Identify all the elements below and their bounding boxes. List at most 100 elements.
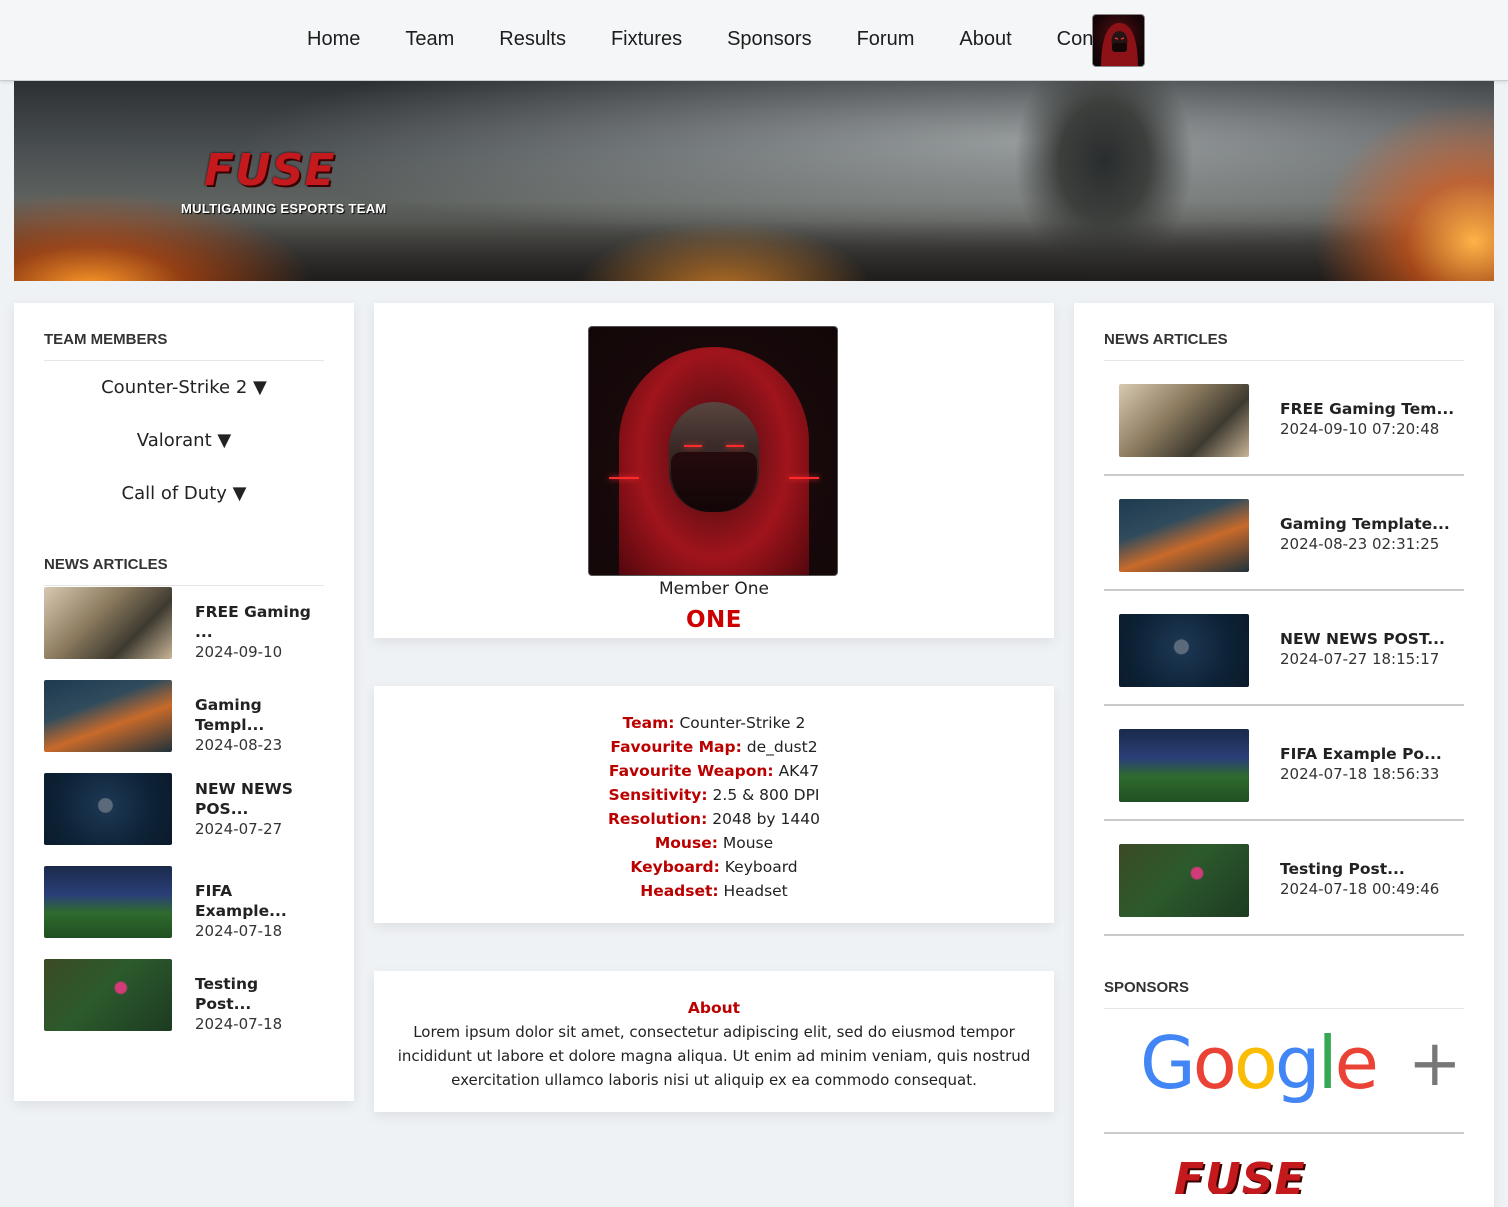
stat-row-map: Favourite Map: de_dust2 <box>374 735 1054 759</box>
stat-row-mouse: Mouse: Mouse <box>374 831 1054 855</box>
list-item[interactable]: Gaming Template... 2024-08-23 02:31:25 <box>1104 476 1464 591</box>
news-title[interactable]: Testing Post... <box>195 974 319 1014</box>
stat-row-resolution: Resolution: 2048 by 1440 <box>374 807 1054 831</box>
member-about-card: About Lorem ipsum dolor sit amet, consec… <box>374 971 1054 1112</box>
list-item[interactable]: FREE Gaming ... 2024-09-10 <box>44 587 324 680</box>
stat-value: Counter-Strike 2 <box>679 714 806 732</box>
stat-value: AK47 <box>778 762 820 780</box>
user-avatar[interactable] <box>1092 14 1145 67</box>
stat-label: Keyboard: <box>630 858 720 876</box>
stat-label: Headset: <box>640 882 719 900</box>
news-title[interactable]: NEW NEWS POS... <box>195 779 295 819</box>
member-name: Member One <box>659 579 769 599</box>
stat-label: Favourite Weapon: <box>608 762 774 780</box>
list-item[interactable]: Gaming Templ... 2024-08-23 <box>44 680 324 773</box>
news-thumbnail[interactable] <box>1119 499 1249 572</box>
news-title[interactable]: FIFA Example... <box>195 881 319 921</box>
nav-link-about[interactable]: About <box>944 28 1011 51</box>
stat-label: Team: <box>622 714 675 732</box>
nav-link-forum[interactable]: Forum <box>842 28 915 51</box>
sponsors-title: SPONSORS <box>1104 979 1464 1009</box>
member-stats-card: Team: Counter-Strike 2 Favourite Map: de… <box>374 686 1054 923</box>
hero-banner: FUSE MULTIGAMING ESPORTS TEAM <box>14 81 1494 281</box>
left-sidebar: TEAM MEMBERS Counter-Strike 2 ▼ Valorant… <box>14 303 354 1101</box>
stat-row-headset: Headset: Headset <box>374 879 1054 903</box>
stat-value: 2.5 & 800 DPI <box>712 786 820 804</box>
member-tag: ONE <box>685 607 742 633</box>
nav-link-team[interactable]: Team <box>390 28 454 51</box>
news-date: 2024-08-23 <box>195 736 283 754</box>
news-thumbnail[interactable] <box>1119 384 1249 457</box>
news-title[interactable]: Gaming Template... <box>1280 514 1450 534</box>
list-item[interactable]: Testing Post... 2024-07-18 00:49:46 <box>1104 821 1464 936</box>
news-title[interactable]: FREE Gaming ... <box>195 602 319 642</box>
banner-tagline: MULTIGAMING ESPORTS TEAM <box>181 201 387 216</box>
list-item[interactable]: FIFA Example... 2024-07-18 <box>44 866 324 959</box>
stat-label: Sensitivity: <box>608 786 708 804</box>
news-date: 2024-09-10 <box>195 643 283 661</box>
fuse-wordmark: FUSE <box>1174 1154 1306 1194</box>
member-profile-card: Member One ONE <box>374 303 1054 638</box>
news-title[interactable]: FREE Gaming Tem... <box>1280 399 1454 419</box>
sponsor-fuse-logo[interactable]: FUSE <box>1104 1134 1464 1194</box>
stat-row-keyboard: Keyboard: Keyboard <box>374 855 1054 879</box>
team-members-title: TEAM MEMBERS <box>44 331 324 361</box>
news-thumbnail[interactable] <box>1119 614 1249 687</box>
news-date: 2024-07-18 00:49:46 <box>1280 880 1440 898</box>
news-date: 2024-07-27 <box>195 820 283 838</box>
news-date: 2024-08-23 02:31:25 <box>1280 535 1440 553</box>
stat-label: Resolution: <box>608 810 708 828</box>
dropdown-call-of-duty[interactable]: Call of Duty ▼ <box>44 481 324 534</box>
top-navbar: Home Team Results Fixtures Sponsors Foru… <box>0 0 1508 81</box>
stat-value: Headset <box>723 882 788 900</box>
right-sidebar: NEWS ARTICLES FREE Gaming Tem... 2024-09… <box>1074 303 1494 1207</box>
news-thumbnail[interactable] <box>44 680 172 752</box>
news-date: 2024-07-27 18:15:17 <box>1280 650 1440 668</box>
stat-label: Favourite Map: <box>610 738 742 756</box>
plus-icon: + <box>1408 1027 1462 1101</box>
list-item[interactable]: FREE Gaming Tem... 2024-09-10 07:20:48 <box>1104 361 1464 476</box>
right-news-title: NEWS ARTICLES <box>1104 331 1464 361</box>
list-item[interactable]: FIFA Example Po... 2024-07-18 18:56:33 <box>1104 706 1464 821</box>
nav-link-fixtures[interactable]: Fixtures <box>596 28 682 51</box>
news-thumbnail[interactable] <box>44 773 172 845</box>
left-news-list: FREE Gaming ... 2024-09-10 Gaming Templ.… <box>44 587 324 1052</box>
sponsor-google-plus-logo[interactable]: Google + <box>1104 1009 1464 1134</box>
news-thumbnail[interactable] <box>1119 729 1249 802</box>
nav-link-home[interactable]: Home <box>292 28 360 51</box>
news-date: 2024-09-10 07:20:48 <box>1280 420 1440 438</box>
news-thumbnail[interactable] <box>1119 844 1249 917</box>
dropdown-counter-strike-2[interactable]: Counter-Strike 2 ▼ <box>44 375 324 428</box>
stat-value: Mouse <box>722 834 774 852</box>
stat-row-weapon: Favourite Weapon: AK47 <box>374 759 1054 783</box>
news-thumbnail[interactable] <box>44 587 172 659</box>
nav-links: Home Team Results Fixtures Sponsors Foru… <box>292 28 1156 51</box>
news-title[interactable]: FIFA Example Po... <box>1280 744 1442 764</box>
stat-value: Keyboard <box>724 858 798 876</box>
news-title[interactable]: NEW NEWS POST... <box>1280 629 1445 649</box>
banner-logo: FUSE <box>204 145 336 196</box>
list-item[interactable]: NEW NEWS POS... 2024-07-27 <box>44 773 324 866</box>
news-date: 2024-07-18 18:56:33 <box>1280 765 1440 783</box>
news-title[interactable]: Testing Post... <box>1280 859 1439 879</box>
nav-link-results[interactable]: Results <box>484 28 566 51</box>
dropdown-valorant[interactable]: Valorant ▼ <box>44 428 324 481</box>
nav-link-sponsors[interactable]: Sponsors <box>712 28 812 51</box>
banner-fire-mid <box>574 221 874 281</box>
about-title: About <box>687 999 741 1017</box>
google-wordmark: Google <box>1140 1021 1379 1105</box>
news-thumbnail[interactable] <box>44 959 172 1031</box>
left-news-title: NEWS ARTICLES <box>44 556 324 586</box>
stat-row-team: Team: Counter-Strike 2 <box>374 711 1054 735</box>
right-news-list: FREE Gaming Tem... 2024-09-10 07:20:48 G… <box>1104 361 1464 936</box>
news-date: 2024-07-18 <box>195 922 283 940</box>
about-body: Lorem ipsum dolor sit amet, consectetur … <box>397 1023 1031 1089</box>
list-item[interactable]: NEW NEWS POST... 2024-07-27 18:15:17 <box>1104 591 1464 706</box>
news-title[interactable]: Gaming Templ... <box>195 695 319 735</box>
hooded-figure-icon <box>1101 23 1138 66</box>
stat-value: de_dust2 <box>746 738 818 756</box>
stat-label: Mouse: <box>654 834 718 852</box>
news-thumbnail[interactable] <box>44 866 172 938</box>
list-item[interactable]: Testing Post... 2024-07-18 <box>44 959 324 1052</box>
member-avatar <box>588 326 838 576</box>
